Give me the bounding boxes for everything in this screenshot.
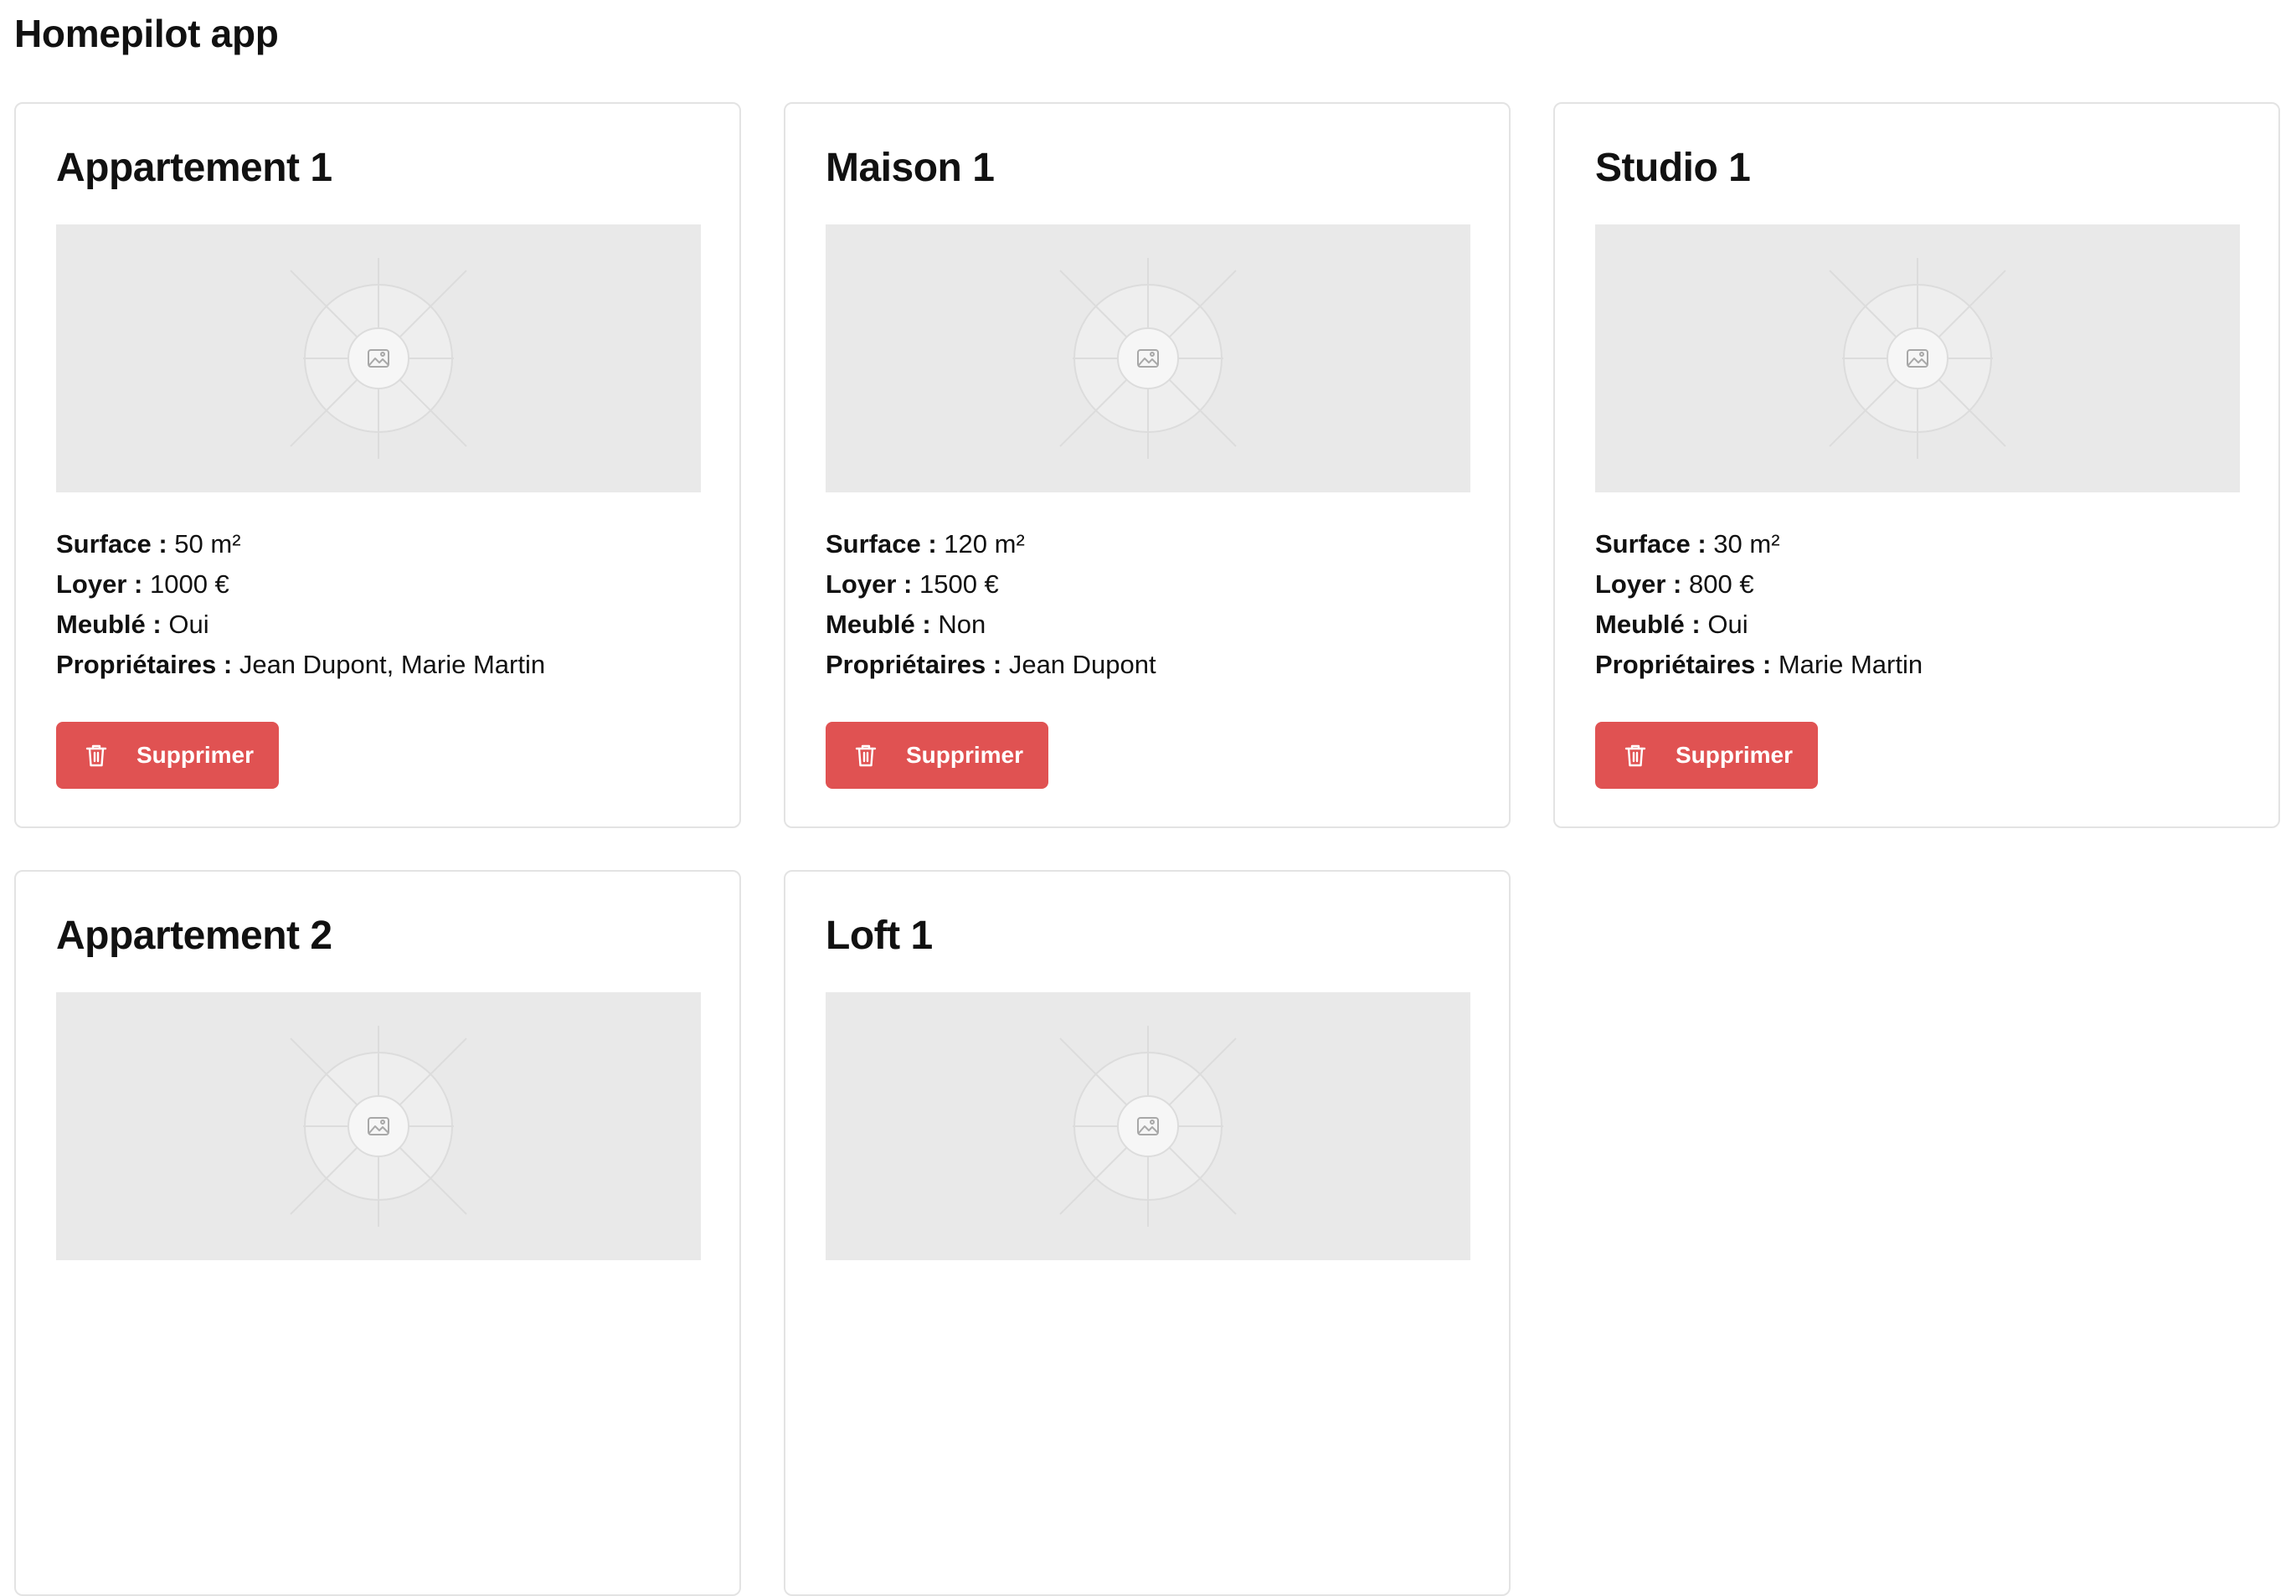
loyer-value: 800 € (1688, 569, 1754, 599)
property-title: Maison 1 (826, 146, 995, 190)
property-title: Studio 1 (1595, 146, 1751, 190)
property-details: Surface : 50 m² Loyer : 1000 € Meublé : … (56, 524, 699, 685)
surface-value: 120 m² (944, 529, 1025, 559)
image-placeholder-icon (1059, 258, 1237, 459)
property-image (56, 992, 701, 1260)
surface-label: Surface : (1595, 529, 1707, 559)
proprietaires-row: Propriétaires : Jean Dupont, Marie Marti… (56, 645, 699, 685)
property-image (1595, 224, 2240, 492)
surface-label: Surface : (56, 529, 167, 559)
loyer-row: Loyer : 1500 € (826, 564, 1469, 605)
loyer-value: 1000 € (149, 569, 229, 599)
property-image (56, 224, 701, 492)
property-image (826, 224, 1470, 492)
meuble-label: Meublé : (1595, 610, 1701, 639)
proprietaires-label: Propriétaires : (1595, 650, 1772, 679)
meuble-row: Meublé : Oui (1595, 605, 2238, 645)
loyer-value: 1500 € (919, 569, 999, 599)
meuble-label: Meublé : (56, 610, 162, 639)
app-title: Homepilot app (14, 12, 279, 55)
surface-row: Surface : 120 m² (826, 524, 1469, 564)
surface-row: Surface : 30 m² (1595, 524, 2238, 564)
meuble-label: Meublé : (826, 610, 931, 639)
meuble-value: Non (938, 610, 986, 639)
surface-row: Surface : 50 m² (56, 524, 699, 564)
surface-value: 30 m² (1713, 529, 1780, 559)
surface-label: Surface : (826, 529, 937, 559)
property-card: Loft 1 (784, 870, 1511, 1596)
property-card: Appartement 1 Surface: 50 m² Loyer: 10… (14, 102, 741, 828)
surface-value: 50 m² (174, 529, 241, 559)
delete-button[interactable]: Supprimer (1595, 722, 1818, 789)
proprietaires-label: Propriétaires : (826, 650, 1002, 679)
proprietaires-value: Marie Martin (1778, 650, 1923, 679)
proprietaires-label: Propriétaires : (56, 650, 233, 679)
property-title: Appartement 1 (56, 146, 332, 190)
delete-button-label: Supprimer (1676, 742, 1794, 768)
property-title: Appartement 2 (56, 914, 332, 958)
trash-icon (855, 744, 877, 767)
image-placeholder-icon (1059, 1026, 1237, 1227)
loyer-row: Loyer : 1000 € (56, 564, 699, 605)
property-card: Studio 1 Surface: 30 m² Loyer: 800 € M… (1553, 102, 2280, 828)
trash-icon (1624, 744, 1646, 767)
meuble-row: Meublé : Oui (56, 605, 699, 645)
proprietaires-value: Jean Dupont, Marie Martin (239, 650, 546, 679)
meuble-row: Meublé : Non (826, 605, 1469, 645)
meuble-value: Oui (168, 610, 209, 639)
image-placeholder-icon (290, 258, 467, 459)
property-grid: Appartement 1 Surface: 50 m² Loyer: 10… (14, 102, 2280, 1596)
proprietaires-value: Jean Dupont (1008, 650, 1156, 679)
property-image (826, 992, 1470, 1260)
proprietaires-row: Propriétaires : Marie Martin (1595, 645, 2238, 685)
loyer-row: Loyer : 800 € (1595, 564, 2238, 605)
loyer-label: Loyer : (1595, 569, 1682, 599)
delete-button-label: Supprimer (906, 742, 1024, 768)
delete-button-label: Supprimer (136, 742, 255, 768)
loyer-label: Loyer : (826, 569, 913, 599)
property-details: Surface : 120 m² Loyer : 1500 € Meublé :… (826, 524, 1469, 685)
loyer-label: Loyer : (56, 569, 143, 599)
property-card: Maison 1 Surface: 120 m² Loyer: 1500 €… (784, 102, 1511, 828)
property-details: Surface : 30 m² Loyer : 800 € Meublé : O… (1595, 524, 2238, 685)
delete-button[interactable]: Supprimer (56, 722, 279, 789)
image-placeholder-icon (1829, 258, 2006, 459)
image-placeholder-icon (290, 1026, 467, 1227)
meuble-value: Oui (1707, 610, 1748, 639)
property-card: Appartement 2 (14, 870, 741, 1596)
property-title: Loft 1 (826, 914, 933, 958)
trash-icon (85, 744, 107, 767)
delete-button[interactable]: Supprimer (826, 722, 1048, 789)
proprietaires-row: Propriétaires : Jean Dupont (826, 645, 1469, 685)
